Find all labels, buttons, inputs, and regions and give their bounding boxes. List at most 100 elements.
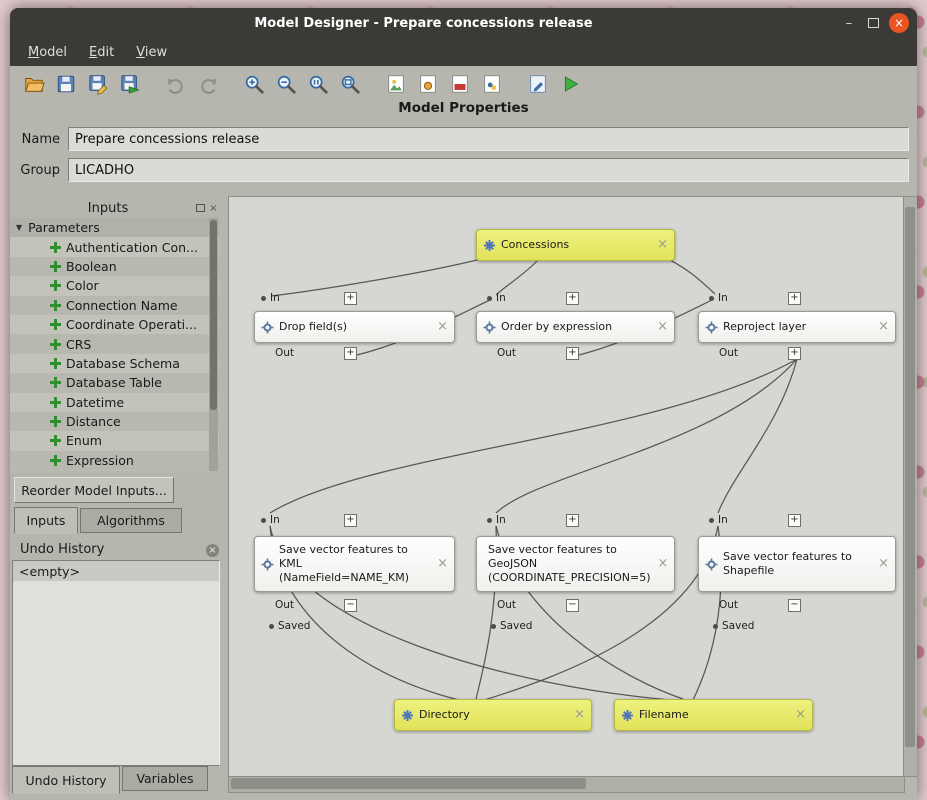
node-filename[interactable]: Filename × xyxy=(614,699,813,731)
expand-button[interactable]: + xyxy=(788,514,801,527)
export-as-svg-button[interactable] xyxy=(414,70,442,98)
edge xyxy=(718,359,797,513)
floppy-pencil-icon xyxy=(87,73,109,95)
socket-out-drop-fields: Out xyxy=(275,347,294,359)
model-canvas[interactable]: Concessions × In + In + In + Drop field(… xyxy=(228,196,905,777)
tree-item-expression[interactable]: Expression xyxy=(10,451,219,470)
expand-button[interactable]: + xyxy=(566,347,579,360)
expand-button[interactable]: + xyxy=(566,514,579,527)
zoom-actual-button[interactable] xyxy=(304,70,332,98)
tree-item-datetime[interactable]: Datetime xyxy=(10,393,219,412)
node-order-by-expression[interactable]: Order by expression × xyxy=(476,311,675,343)
redo-button[interactable] xyxy=(194,70,222,98)
canvas-vertical-scrollbar[interactable] xyxy=(903,196,917,777)
node-collapse-icon[interactable]: × xyxy=(878,556,889,573)
undo-button[interactable] xyxy=(162,70,190,98)
tree-item-database-schema[interactable]: Database Schema xyxy=(10,354,219,373)
canvas-horizontal-scrollbar[interactable] xyxy=(228,776,905,793)
tab-undo-history[interactable]: Undo History xyxy=(12,766,120,794)
socket-dot xyxy=(261,296,266,301)
save-model-button[interactable] xyxy=(52,70,80,98)
export-as-script-button[interactable] xyxy=(478,70,506,98)
menu-view[interactable]: View xyxy=(126,42,177,63)
edge xyxy=(271,259,481,296)
canvas-horizontal-scrollbar-thumb[interactable] xyxy=(231,778,586,789)
inputs-tree: ▼ Parameters Authentication Con... Boole… xyxy=(10,218,219,471)
tab-inputs[interactable]: Inputs xyxy=(14,507,78,534)
tree-item-connection-name[interactable]: Connection Name xyxy=(10,296,219,315)
undo-history-list[interactable]: <empty> xyxy=(12,560,220,766)
redo-icon xyxy=(197,73,219,95)
node-directory[interactable]: Directory × xyxy=(394,699,592,731)
expand-button[interactable]: + xyxy=(566,292,579,305)
tree-item-enum[interactable]: Enum xyxy=(10,431,219,450)
tree-item-color[interactable]: Color xyxy=(10,276,219,295)
node-save-shapefile[interactable]: Save vector features to Shapefile × xyxy=(698,536,896,592)
node-concessions[interactable]: Concessions × xyxy=(476,229,675,261)
collapse-button[interactable]: − xyxy=(344,599,357,612)
collapse-button[interactable]: − xyxy=(788,599,801,612)
minimize-button[interactable]: – xyxy=(837,12,861,34)
caret-down-icon: ▼ xyxy=(16,223,22,232)
save-model-in-project-button[interactable] xyxy=(116,70,144,98)
collapse-button[interactable]: − xyxy=(566,599,579,612)
expand-button[interactable]: + xyxy=(344,514,357,527)
node-collapse-icon[interactable]: × xyxy=(657,556,668,573)
tree-group-parameters[interactable]: ▼ Parameters xyxy=(10,218,219,237)
undo-empty-item: <empty> xyxy=(13,561,219,581)
inputs-tree-scrollbar-thumb[interactable] xyxy=(210,220,217,410)
menu-edit[interactable]: Edit xyxy=(79,42,124,63)
name-input[interactable] xyxy=(68,127,909,151)
parameter-icon xyxy=(483,239,496,252)
algorithm-icon xyxy=(705,321,718,334)
expand-button[interactable]: + xyxy=(788,292,801,305)
node-collapse-icon[interactable]: × xyxy=(795,707,806,724)
zoom-out-button[interactable] xyxy=(272,70,300,98)
tree-item-crs[interactable]: CRS xyxy=(10,334,219,353)
expand-button[interactable]: + xyxy=(788,347,801,360)
save-model-as-button[interactable] xyxy=(84,70,112,98)
expand-button[interactable]: + xyxy=(344,347,357,360)
zoom-full-button[interactable] xyxy=(336,70,364,98)
canvas-vertical-scrollbar-thumb[interactable] xyxy=(905,207,915,747)
node-collapse-icon[interactable]: × xyxy=(437,319,448,336)
inputs-close-icon[interactable]: × xyxy=(208,203,219,214)
node-reproject-layer[interactable]: Reproject layer × xyxy=(698,311,896,343)
node-collapse-icon[interactable]: × xyxy=(878,319,889,336)
run-model-button[interactable] xyxy=(556,70,584,98)
inputs-tree-scrollbar[interactable] xyxy=(209,218,218,471)
node-collapse-icon[interactable]: × xyxy=(657,237,668,254)
zoom-actual-icon xyxy=(307,73,329,95)
node-drop-fields[interactable]: Drop field(s) × xyxy=(254,311,455,343)
socket-dot xyxy=(269,624,274,629)
group-input[interactable] xyxy=(68,158,909,182)
edit-model-help-button[interactable] xyxy=(524,70,552,98)
tree-item-boolean[interactable]: Boolean xyxy=(10,257,219,276)
maximize-button[interactable] xyxy=(861,12,885,34)
open-model-button[interactable] xyxy=(20,70,48,98)
menu-model[interactable]: Model xyxy=(18,42,77,63)
inputs-float-icon[interactable] xyxy=(195,204,206,215)
edit-pencil-icon xyxy=(527,73,549,95)
node-collapse-icon[interactable]: × xyxy=(657,319,668,336)
undo-close-icon[interactable]: × xyxy=(206,544,219,557)
tab-variables[interactable]: Variables xyxy=(122,766,208,791)
tree-item-database-table[interactable]: Database Table xyxy=(10,373,219,392)
socket-out-save-geojson: Out xyxy=(497,599,516,611)
reorder-model-inputs-button[interactable]: Reorder Model Inputs... xyxy=(14,477,174,503)
node-save-kml[interactable]: Save vector features to KML (NameField=N… xyxy=(254,536,455,592)
node-collapse-icon[interactable]: × xyxy=(437,556,448,573)
export-as-image-button[interactable] xyxy=(382,70,410,98)
tree-item-distance[interactable]: Distance xyxy=(10,412,219,431)
expand-button[interactable]: + xyxy=(344,292,357,305)
socket-dot xyxy=(713,624,718,629)
close-button[interactable]: × xyxy=(889,13,909,33)
export-as-pdf-button[interactable] xyxy=(446,70,474,98)
node-collapse-icon[interactable]: × xyxy=(574,707,585,724)
socket-out-reproject: Out xyxy=(719,347,738,359)
node-save-geojson[interactable]: Save vector features to GeoJSON (COORDIN… xyxy=(476,536,675,592)
tree-item-authentication[interactable]: Authentication Con... xyxy=(10,237,219,256)
zoom-in-button[interactable] xyxy=(240,70,268,98)
tree-item-coordinate-operation[interactable]: Coordinate Operati... xyxy=(10,315,219,334)
tab-algorithms[interactable]: Algorithms xyxy=(80,508,182,533)
